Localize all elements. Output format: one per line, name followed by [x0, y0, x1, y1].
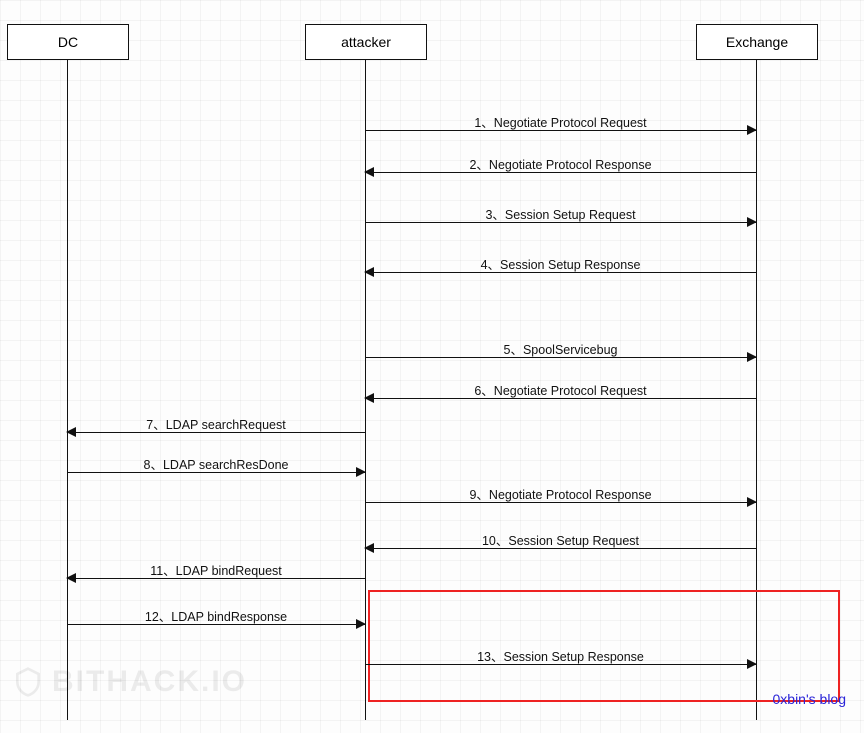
message-label: 6、Negotiate Protocol Request [474, 380, 646, 399]
participant-dc: DC [7, 24, 129, 60]
arrowhead-left-icon [364, 267, 374, 277]
arrowhead-left-icon [364, 393, 374, 403]
message-label: 8、LDAP searchResDone [144, 454, 289, 473]
arrowhead-right-icon [747, 217, 757, 227]
participant-label: DC [58, 34, 78, 50]
arrowhead-right-icon [747, 352, 757, 362]
lifeline-dc [67, 60, 68, 720]
participant-exchange: Exchange [696, 24, 818, 60]
message-label: 2、Negotiate Protocol Response [469, 154, 651, 173]
logo-icon [12, 666, 44, 698]
message-label: 7、LDAP searchRequest [146, 414, 285, 433]
blog-credit: 0xbin's blog [773, 691, 847, 707]
arrowhead-left-icon [364, 543, 374, 553]
arrowhead-right-icon [747, 659, 757, 669]
message-label: 4、Session Setup Response [481, 254, 641, 273]
message-label: 3、Session Setup Request [485, 204, 635, 223]
watermark: BITHACK.IO [12, 665, 247, 699]
message-label: 13、Session Setup Response [477, 646, 644, 665]
participant-label: attacker [341, 34, 391, 50]
message-label: 10、Session Setup Request [482, 530, 639, 549]
arrowhead-right-icon [356, 619, 366, 629]
arrowhead-left-icon [66, 573, 76, 583]
watermark-text: BITHACK.IO [52, 665, 247, 699]
arrowhead-left-icon [364, 167, 374, 177]
message-label: 1、Negotiate Protocol Request [474, 112, 646, 131]
participant-label: Exchange [726, 34, 788, 50]
message-label: 5、SpoolServicebug [504, 339, 618, 358]
arrowhead-right-icon [747, 497, 757, 507]
arrowhead-right-icon [356, 467, 366, 477]
message-label: 12、LDAP bindResponse [145, 606, 287, 625]
participant-attacker: attacker [305, 24, 427, 60]
message-label: 11、LDAP bindRequest [150, 560, 282, 579]
arrowhead-left-icon [66, 427, 76, 437]
arrowhead-right-icon [747, 125, 757, 135]
message-label: 9、Negotiate Protocol Response [469, 484, 651, 503]
